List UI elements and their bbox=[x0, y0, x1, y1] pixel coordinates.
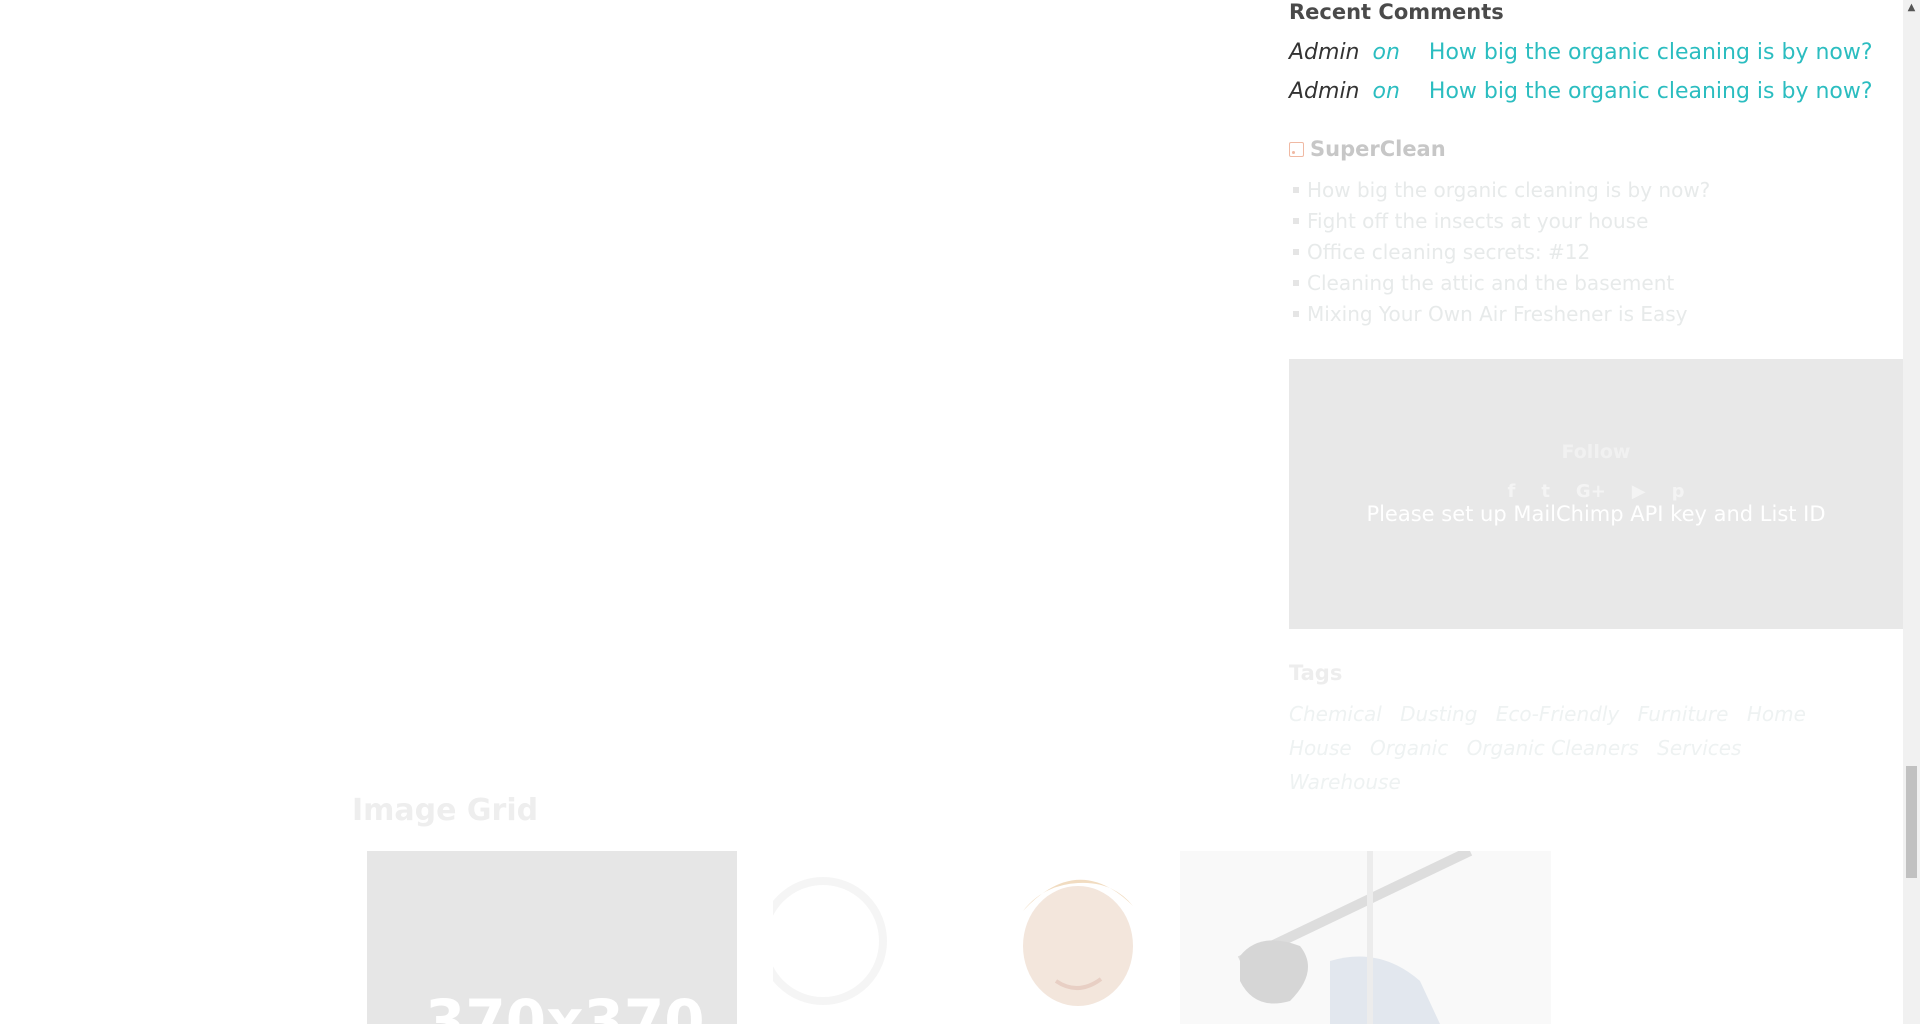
tag-cloud: Chemical Dusting Eco-Friendly Furniture … bbox=[1289, 697, 1869, 799]
comment-on: on bbox=[1372, 40, 1400, 65]
grid-image-woman[interactable] bbox=[773, 851, 1180, 1024]
recent-comments-title: Recent Comments bbox=[1289, 0, 1504, 24]
comment-author: Admin bbox=[1289, 40, 1360, 65]
tag-link[interactable]: Dusting bbox=[1400, 702, 1477, 726]
grid-image-cleaning[interactable] bbox=[1180, 851, 1551, 1024]
tag-link[interactable]: Furniture bbox=[1638, 702, 1729, 726]
woman-photo bbox=[773, 851, 1180, 1024]
scroll-up-arrow-icon[interactable]: ▲ bbox=[1903, 2, 1920, 13]
tag-link[interactable]: Organic Cleaners bbox=[1467, 736, 1639, 760]
tag-link[interactable]: Chemical bbox=[1289, 702, 1382, 726]
grid-image-placeholder[interactable]: 370x370 bbox=[367, 851, 737, 1024]
tag-link[interactable]: Eco-Friendly bbox=[1496, 702, 1619, 726]
comment-on: on bbox=[1372, 79, 1400, 104]
rss-title-link[interactable]: SuperClean bbox=[1310, 137, 1446, 161]
comment-post-link[interactable]: How big the organic cleaning is by now? bbox=[1429, 40, 1873, 65]
mailchimp-message: Please set up MailChimp API key and List… bbox=[1366, 502, 1826, 526]
tag-link[interactable]: Organic bbox=[1370, 736, 1448, 760]
follow-newsletter-box: Follow f t G+ ▶ p Please set up MailChim… bbox=[1289, 359, 1903, 629]
page-scrollbar[interactable]: ▲ bbox=[1903, 0, 1920, 1024]
pinterest-icon[interactable]: p bbox=[1672, 481, 1685, 502]
follow-title: Follow bbox=[1561, 441, 1631, 463]
rss-list: How big the organic cleaning is by now? … bbox=[1285, 175, 1710, 330]
youtube-icon[interactable]: ▶ bbox=[1632, 481, 1646, 502]
google-plus-icon[interactable]: G+ bbox=[1576, 481, 1606, 502]
rss-icon[interactable] bbox=[1289, 142, 1304, 157]
tag-link[interactable]: Services bbox=[1657, 736, 1741, 760]
comment-post-link[interactable]: How big the organic cleaning is by now? bbox=[1429, 79, 1873, 104]
rss-item[interactable]: Fight off the insects at your house bbox=[1285, 206, 1710, 237]
rss-item[interactable]: Mixing Your Own Air Freshener is Easy bbox=[1285, 299, 1710, 330]
facebook-icon[interactable]: f bbox=[1507, 481, 1515, 502]
image-grid-title: Image Grid bbox=[352, 793, 539, 828]
comment-item: Admin on How big the organic cleaning is… bbox=[1289, 40, 1873, 65]
comment-item: Admin on How big the organic cleaning is… bbox=[1289, 79, 1873, 104]
social-icons: f t G+ ▶ p bbox=[1289, 481, 1903, 502]
scroll-thumb[interactable] bbox=[1906, 766, 1917, 878]
comment-author: Admin bbox=[1289, 79, 1360, 104]
cleaning-photo bbox=[1180, 851, 1551, 1024]
tag-link[interactable]: House bbox=[1289, 736, 1352, 760]
rss-widget-title: SuperClean bbox=[1289, 137, 1446, 161]
rss-item[interactable]: How big the organic cleaning is by now? bbox=[1285, 175, 1710, 206]
placeholder-label: 370x370 bbox=[425, 987, 705, 1024]
rss-item[interactable]: Cleaning the attic and the basement bbox=[1285, 268, 1710, 299]
tags-title: Tags bbox=[1289, 661, 1343, 685]
rss-item[interactable]: Office cleaning secrets: #12 bbox=[1285, 237, 1710, 268]
twitter-icon[interactable]: t bbox=[1541, 481, 1550, 502]
tag-link[interactable]: Warehouse bbox=[1289, 770, 1401, 794]
tag-link[interactable]: Home bbox=[1747, 702, 1806, 726]
